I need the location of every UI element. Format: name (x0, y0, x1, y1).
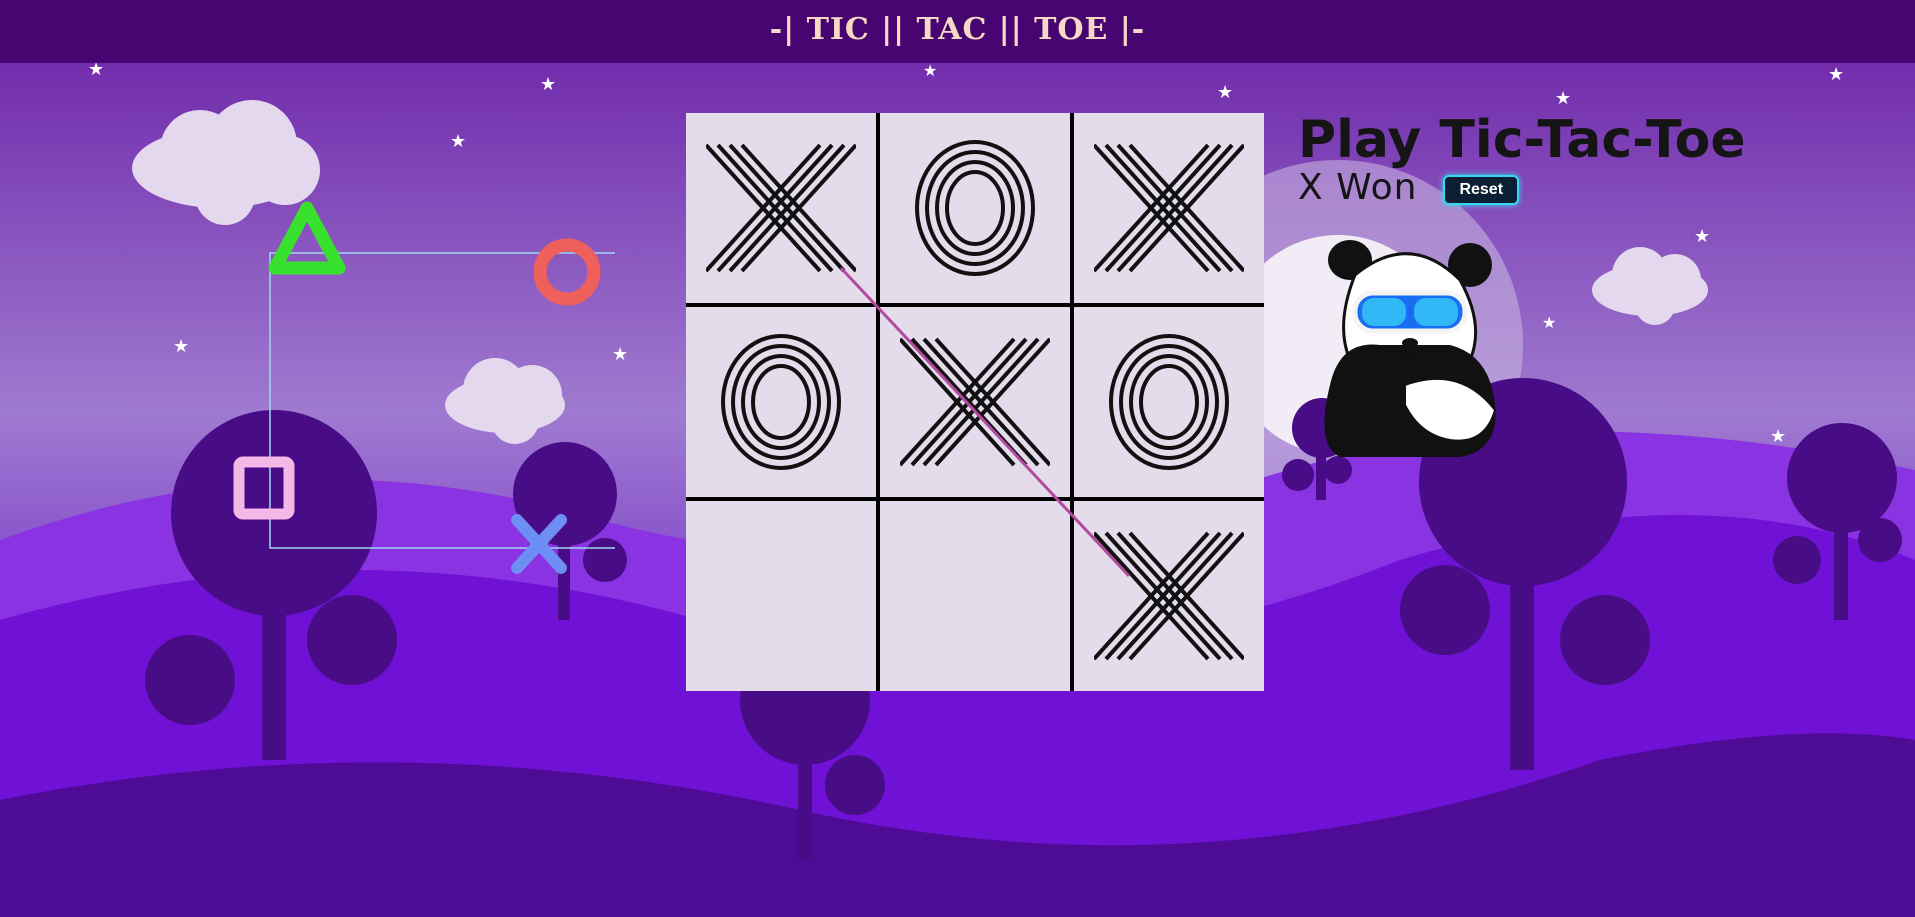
game-board (686, 113, 1264, 691)
square-icon (233, 456, 295, 520)
svg-text:★: ★ (173, 336, 189, 357)
o-mark-icon (721, 334, 841, 470)
x-mark-icon (1094, 143, 1244, 273)
cross-icon (511, 514, 567, 574)
board-cell-0[interactable] (686, 113, 876, 303)
board-cell-8[interactable] (1074, 501, 1264, 691)
board-cell-7[interactable] (880, 501, 1070, 691)
reset-button[interactable]: Reset (1443, 174, 1520, 205)
svg-text:★: ★ (540, 74, 556, 95)
top-navbar: -| TIC || TAC || TOE |- (0, 0, 1915, 63)
x-mark-icon (1094, 531, 1244, 661)
svg-text:★: ★ (1542, 313, 1556, 332)
status-row: X Won Reset (1298, 167, 1746, 208)
svg-text:★: ★ (1828, 64, 1844, 85)
svg-text:★: ★ (1694, 226, 1710, 247)
svg-text:★: ★ (923, 61, 937, 80)
board-cell-6[interactable] (686, 501, 876, 691)
svg-text:★: ★ (1770, 426, 1786, 447)
board-cell-1[interactable] (880, 113, 1070, 303)
info-panel: Play Tic-Tac-Toe X Won Reset (1298, 110, 1746, 208)
game-heading: Play Tic-Tac-Toe (1298, 110, 1746, 170)
board-cell-2[interactable] (1074, 113, 1264, 303)
svg-text:★: ★ (1217, 82, 1233, 103)
decor-shapes (233, 201, 615, 574)
svg-text:★: ★ (450, 131, 466, 152)
triangle-icon (268, 201, 346, 275)
board-cell-5[interactable] (1074, 307, 1264, 497)
site-title: -| TIC || TAC || TOE |- (769, 12, 1146, 47)
x-mark-icon (900, 337, 1050, 467)
x-mark-icon (706, 143, 856, 273)
svg-text:★: ★ (1555, 88, 1571, 109)
o-mark-icon (915, 140, 1035, 276)
game-status: X Won (1298, 167, 1418, 209)
o-mark-icon (1109, 334, 1229, 470)
panda-with-goggles-icon (1324, 240, 1497, 457)
board-cell-3[interactable] (686, 307, 876, 497)
board-cell-4[interactable] (880, 307, 1070, 497)
